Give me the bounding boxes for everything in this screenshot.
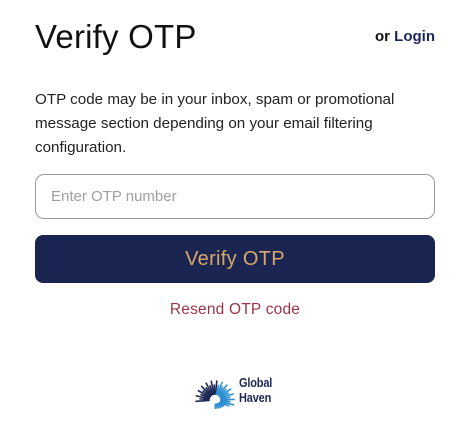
- login-link[interactable]: Login: [394, 28, 435, 45]
- page-title: Verify OTP: [35, 18, 197, 55]
- logo-line-2: Haven: [239, 391, 272, 405]
- or-text: or: [375, 28, 390, 45]
- otp-input[interactable]: [35, 174, 435, 219]
- global-haven-logo: Global Haven: [194, 373, 284, 413]
- resend-otp-link[interactable]: Resend OTP code: [0, 301, 462, 319]
- sunburst-icon: [195, 380, 235, 410]
- verify-otp-button[interactable]: Verify OTP: [35, 235, 435, 283]
- login-link-group: or Login: [375, 28, 435, 46]
- otp-description: OTP code may be in your inbox, spam or p…: [35, 91, 395, 156]
- logo-line-1: Global: [239, 376, 273, 390]
- logo-text: Global Haven: [239, 376, 272, 406]
